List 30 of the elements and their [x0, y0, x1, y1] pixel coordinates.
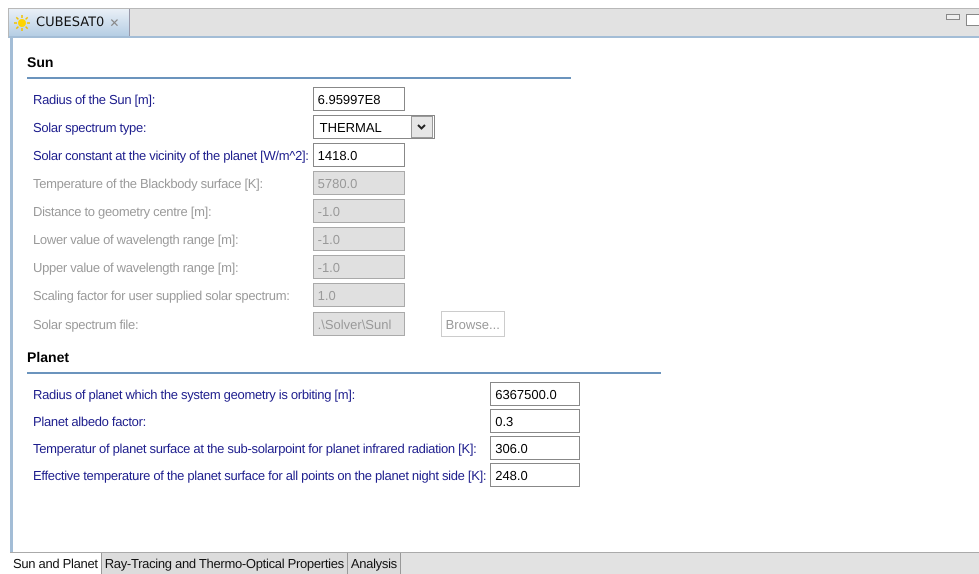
section-title: Planet [27, 349, 70, 367]
editor-tab[interactable]: CUBESAT0 ✕ [9, 9, 130, 36]
field-label: Solar constant at the vicinity of the planet [W/m^2]: [33, 148, 309, 162]
tab-title: CUBESAT0 [36, 15, 104, 30]
sun-icon [13, 14, 31, 32]
field-label: Solar spectrum file: [33, 316, 140, 332]
field-label: Temperature of the Blackbody surface [K]: [33, 176, 264, 190]
field-label: Temperatur of planet surface at the sub-solarpoint for planet infrared radiation [K]: [33, 440, 478, 456]
input-field[interactable]: 1418.0 [312, 143, 405, 167]
dropdown[interactable]: THERMAL [312, 115, 435, 139]
field-label: Upper value of wavelength range [m]: [33, 260, 240, 274]
field-label: Scaling factor for user supplied solar spectrum: [33, 288, 291, 302]
field-label: Distance to geometry centre [m]: [33, 204, 212, 218]
field-label: Radius of the Sun [m]: [33, 92, 156, 106]
input-field[interactable]: 306.0 [490, 436, 580, 460]
page-tab[interactable]: Ray-Tracing and Thermo-Optical Properties [102, 553, 348, 574]
input-field[interactable]: 6.95997E8 [312, 87, 405, 111]
field-label: Planet albedo factor: [33, 414, 147, 428]
minimize-icon[interactable] [946, 14, 960, 20]
field-label: Lower value of wavelength range [m]: [33, 232, 240, 246]
field-label: Solar spectrum type: [33, 120, 148, 134]
section-title: Sun [27, 54, 54, 72]
input-field[interactable]: 248.0 [490, 463, 580, 487]
input-field[interactable]: 0.3 [490, 409, 580, 433]
field-label: Radius of planet which the system geometry is orbiting [m]: [33, 386, 356, 402]
page-tab[interactable]: Sun and Planet [10, 553, 102, 574]
maximize-icon[interactable] [966, 14, 979, 26]
field-label: Effective temperature of the planet surface for all points on the planet night side [K]: [33, 468, 486, 482]
input-field[interactable]: 6367500.0 [490, 382, 580, 406]
page-tab[interactable]: Analysis [348, 553, 401, 574]
